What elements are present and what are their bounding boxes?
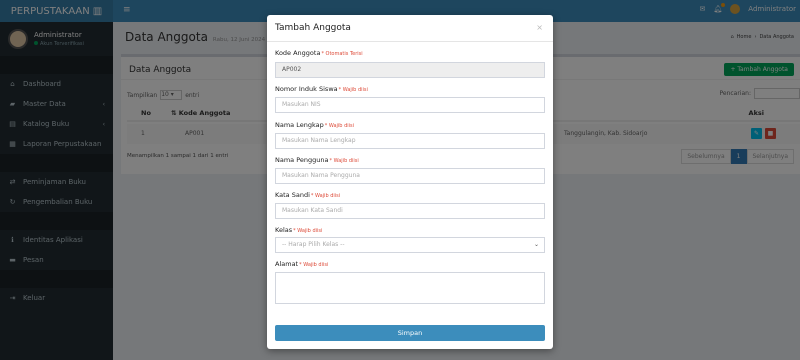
password-input[interactable]: Masukan Kata Sandi <box>275 203 545 219</box>
nama-input[interactable]: Masukan Nama Lengkap <box>275 133 545 149</box>
username-input[interactable]: Masukan Nama Pengguna <box>275 168 545 184</box>
save-button[interactable]: Simpan <box>275 325 545 341</box>
alamat-label: Alamat* Wajib diisi <box>275 260 329 268</box>
nis-label: Nomor Induk Siswa* Wajib diisi <box>275 85 368 93</box>
kelas-select[interactable]: -- Harap Pilih Kelas -- ⌄ <box>275 237 545 253</box>
kode-input: AP002 <box>275 62 545 78</box>
kelas-label: Kelas* Wajib diisi <box>275 226 323 234</box>
password-label: Kata Sandi* Wajib diisi <box>275 191 341 199</box>
modal-divider <box>267 41 553 42</box>
nama-label: Nama Lengkap* Wajib diisi <box>275 121 355 129</box>
username-label: Nama Pengguna* Wajib diisi <box>275 156 359 164</box>
nis-input[interactable]: Masukan NIS <box>275 97 545 113</box>
close-icon[interactable]: × <box>536 23 543 32</box>
add-member-modal: Tambah Anggota × Kode Anggota* Otomatis … <box>267 15 553 349</box>
chevron-down-icon: ⌄ <box>533 241 539 248</box>
modal-title: Tambah Anggota <box>275 23 351 33</box>
alamat-textarea[interactable] <box>275 272 545 304</box>
kode-label: Kode Anggota* Otomatis Terisi <box>275 49 363 57</box>
